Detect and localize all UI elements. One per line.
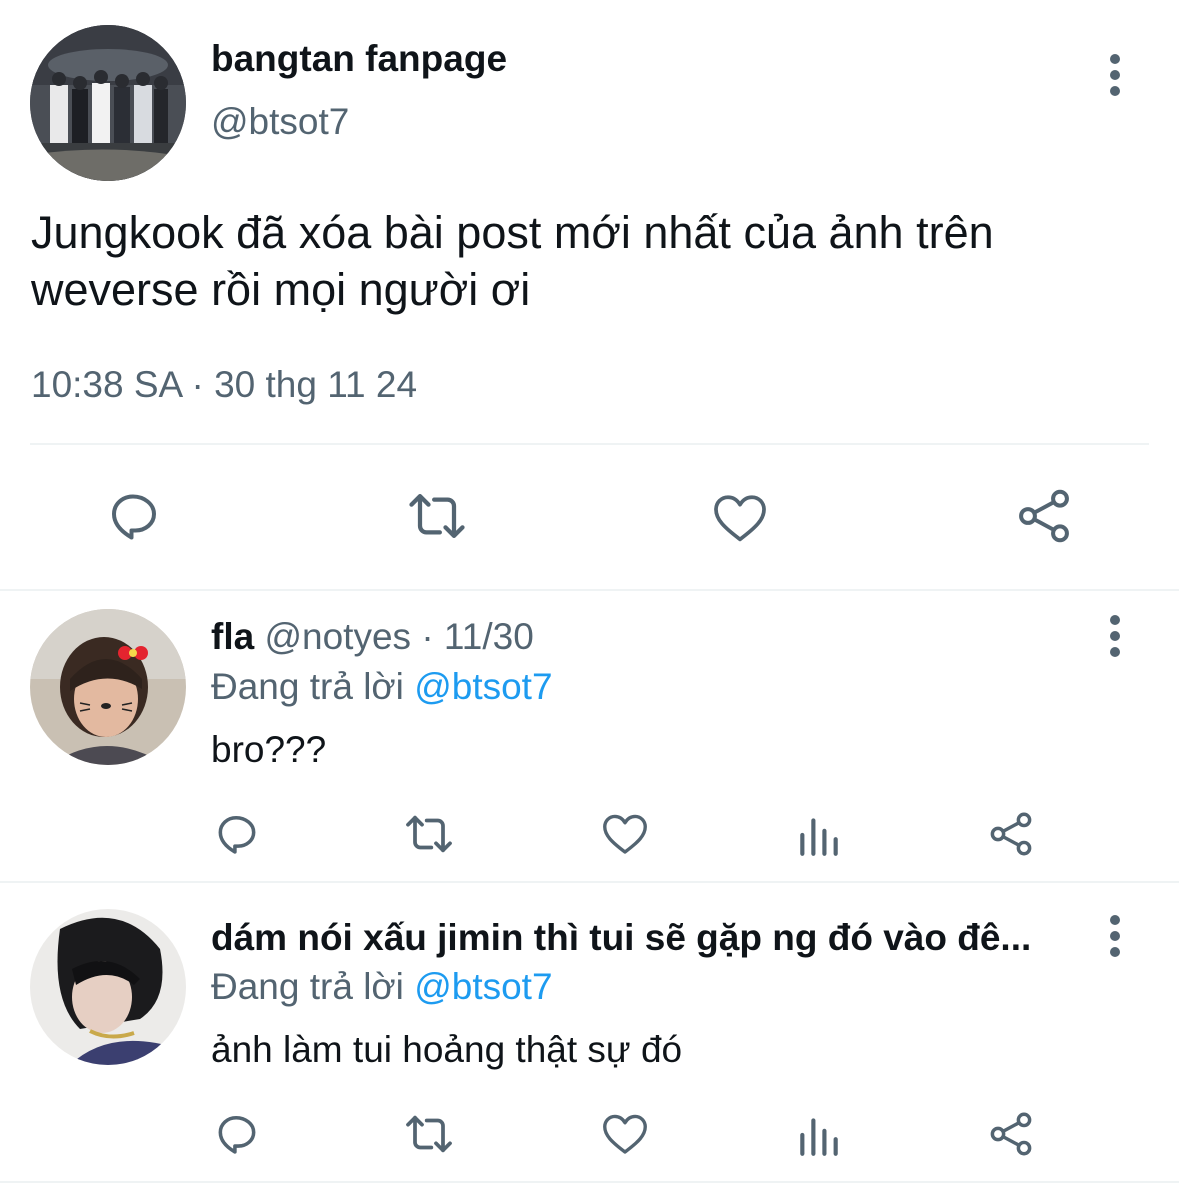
reply-date[interactable]: · 11/30 — [421, 616, 533, 657]
avatar[interactable] — [30, 25, 186, 181]
display-name[interactable]: fla — [211, 616, 254, 657]
more-options-icon[interactable] — [1105, 914, 1125, 958]
replying-to-label: Đang trả lời — [211, 666, 404, 707]
divider — [0, 589, 1179, 591]
more-options-icon[interactable] — [1105, 53, 1125, 97]
replying-to-label: Đang trả lời — [211, 966, 404, 1007]
reply-text: bro??? — [211, 729, 327, 770]
dark-hair-person-avatar — [30, 909, 186, 1065]
share-icon[interactable] — [985, 1108, 1037, 1160]
share-icon[interactable] — [985, 808, 1037, 860]
retweet-icon[interactable] — [401, 1106, 457, 1162]
avatar[interactable] — [30, 609, 186, 765]
retweet-icon[interactable] — [403, 482, 471, 550]
reply-text: ảnh làm tui hoảng thật sự đó — [211, 1029, 683, 1070]
display-name[interactable]: bangtan fanpage — [211, 38, 507, 80]
more-options-icon[interactable] — [1105, 614, 1125, 658]
replying-to-handle[interactable]: @btsot7 — [414, 666, 552, 707]
divider — [0, 1181, 1179, 1183]
like-icon[interactable] — [598, 1107, 652, 1161]
timestamp[interactable]: 10:38 SA · 30 thg 11 24 — [31, 364, 417, 406]
like-icon[interactable] — [708, 486, 772, 550]
analytics-icon[interactable] — [794, 810, 844, 860]
share-icon[interactable] — [1012, 484, 1076, 548]
divider — [30, 443, 1149, 445]
display-name[interactable]: dám nói xấu jimin thì tui sẽ gặp ng đó v… — [211, 917, 1031, 959]
replying-to: Đang trả lời @btsot7 — [211, 666, 553, 708]
handle[interactable]: @notyes — [264, 616, 411, 657]
like-icon[interactable] — [598, 807, 652, 861]
person-with-bow-avatar — [30, 609, 186, 765]
reply-icon[interactable] — [212, 1109, 262, 1159]
divider — [0, 881, 1179, 883]
avatar[interactable] — [30, 909, 186, 1065]
replying-to-handle[interactable]: @btsot7 — [414, 966, 552, 1007]
reply-header: fla @notyes · 11/30 — [211, 616, 534, 658]
analytics-icon[interactable] — [794, 1110, 844, 1160]
handle[interactable]: @btsot7 — [211, 101, 349, 143]
replying-to: Đang trả lời @btsot7 — [211, 966, 553, 1008]
tweet-text-line-2: weverse rồi mọi người ơi — [31, 264, 531, 315]
retweet-icon[interactable] — [401, 806, 457, 862]
tweet-text-line-1: Jungkook đã xóa bài post mới nhất của ản… — [31, 207, 994, 258]
reply-icon[interactable] — [104, 486, 164, 546]
group-photo-avatar — [30, 25, 186, 181]
reply-icon[interactable] — [212, 809, 262, 859]
